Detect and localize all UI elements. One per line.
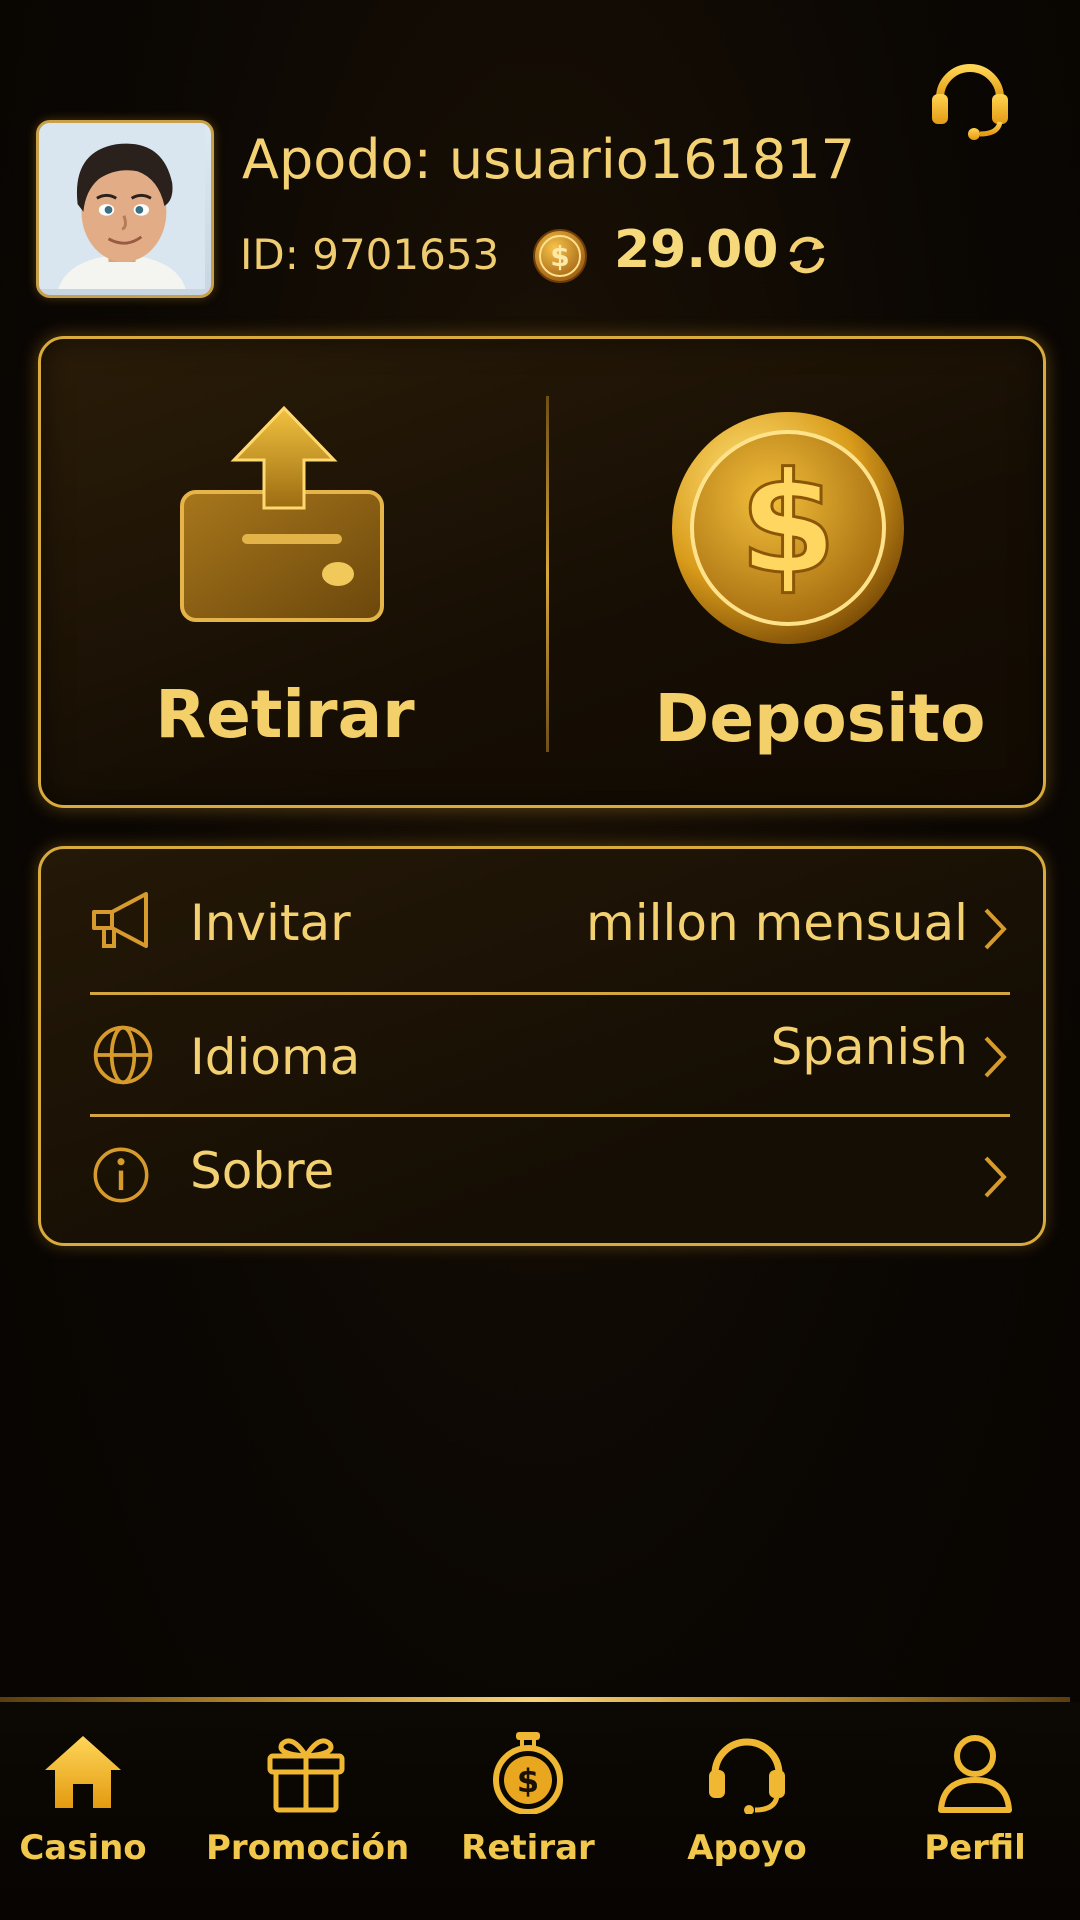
menu-item-value: Spanish bbox=[770, 1018, 968, 1076]
menu-item-label: Idioma bbox=[190, 1028, 361, 1086]
nav-label: Apoyo bbox=[687, 1828, 807, 1868]
nav-label: Casino bbox=[19, 1828, 147, 1868]
nav-label: Perfil bbox=[924, 1828, 1026, 1868]
chevron-right-icon bbox=[980, 1154, 1010, 1200]
balance-amount: 29.00 bbox=[614, 220, 779, 280]
menu-item-value: millon mensual bbox=[586, 894, 968, 952]
nav-label: Promoción bbox=[206, 1828, 410, 1868]
refresh-icon[interactable] bbox=[782, 230, 832, 280]
nav-item-support[interactable]: Apoyo bbox=[672, 1730, 822, 1900]
gift-icon bbox=[264, 1730, 348, 1814]
nav-item-casino[interactable]: Casino bbox=[0, 1730, 166, 1900]
menu-item-label: Invitar bbox=[190, 894, 351, 952]
dollar-coin-icon: $ bbox=[670, 404, 920, 654]
menu-item-label: Sobre bbox=[190, 1142, 335, 1200]
svg-text:$: $ bbox=[739, 443, 836, 606]
withdraw-upload-icon bbox=[180, 404, 388, 624]
nav-item-profile[interactable]: Perfil bbox=[900, 1730, 1050, 1900]
money-bag-icon: $ bbox=[486, 1730, 570, 1815]
deposit-label[interactable]: Deposito bbox=[620, 680, 1020, 757]
menu-divider bbox=[90, 992, 1010, 995]
menu-item-language[interactable]: Idioma Spanish bbox=[60, 996, 1020, 1116]
chevron-right-icon bbox=[980, 1034, 1010, 1080]
menu-item-about[interactable]: Sobre bbox=[60, 1116, 1020, 1236]
chevron-right-icon bbox=[980, 906, 1010, 952]
nav-item-withdraw[interactable]: $ Retirar bbox=[448, 1730, 608, 1900]
nickname-text: Apodo: usuario161817 bbox=[242, 128, 855, 191]
user-id-text: ID: 9701653 bbox=[240, 230, 500, 279]
avatar[interactable] bbox=[36, 120, 214, 298]
user-icon bbox=[933, 1730, 1017, 1814]
nav-item-promotion[interactable]: Promoción bbox=[206, 1730, 410, 1900]
actions-divider bbox=[546, 396, 549, 752]
bottom-nav-glow-line bbox=[0, 1697, 1070, 1702]
coin-icon: $ bbox=[532, 228, 588, 284]
info-icon bbox=[90, 1144, 160, 1214]
svg-text:$: $ bbox=[517, 1762, 539, 1800]
megaphone-icon bbox=[90, 888, 160, 958]
menu-item-invite[interactable]: Invitar millon mensual bbox=[60, 864, 1020, 984]
home-icon bbox=[41, 1730, 125, 1814]
headset-icon bbox=[705, 1730, 789, 1815]
support-headset-icon[interactable] bbox=[930, 50, 1010, 140]
globe-icon bbox=[90, 1022, 160, 1092]
nav-label: Retirar bbox=[461, 1828, 595, 1868]
withdraw-label[interactable]: Retirar bbox=[80, 676, 490, 753]
svg-text:$: $ bbox=[550, 240, 569, 273]
